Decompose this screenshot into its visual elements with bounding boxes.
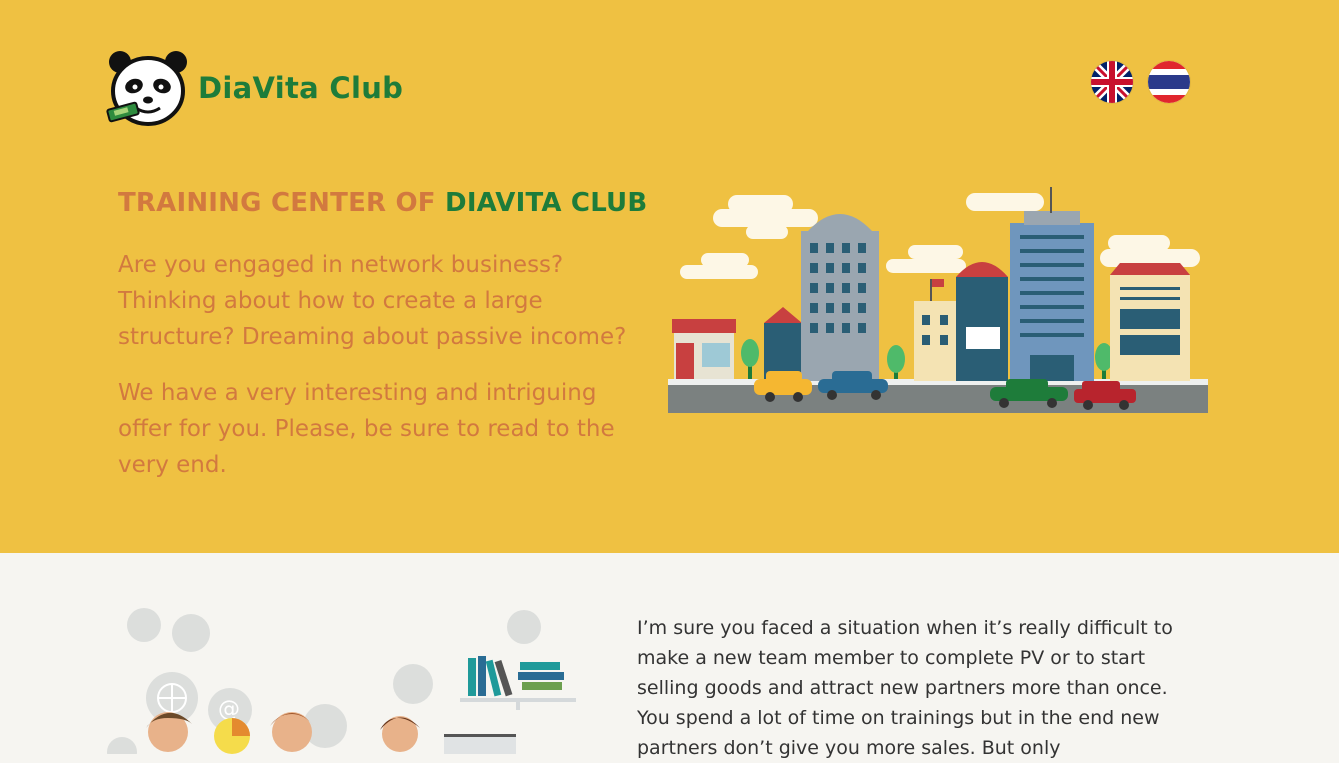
city-illustration [668,187,1208,413]
hero-title-part1: TRAINING CENTER OF [118,188,446,218]
hero-title-part2: DIAVITA CLUB [445,188,648,218]
logo[interactable]: DiaVita Club [106,48,416,128]
language-en-button[interactable] [1091,61,1133,103]
uk-flag-icon [1091,61,1133,103]
brand-name: DiaVita Club [198,71,404,105]
hero-paragraph-1: Are you engaged in network business? Thi… [118,252,627,350]
thailand-flag-icon [1148,61,1190,103]
team-illustration: @ [107,608,576,754]
hero-paragraph-2: We have a very interesting and intriguin… [118,380,615,478]
hero-title: TRAINING CENTER OF DIAVITA CLUB [118,188,647,218]
svg-text:@: @ [218,697,240,722]
panda-logo-icon [106,51,187,126]
language-th-button[interactable] [1148,61,1190,103]
intro-paragraph: I’m sure you faced a situation when it’s… [637,617,1173,759]
